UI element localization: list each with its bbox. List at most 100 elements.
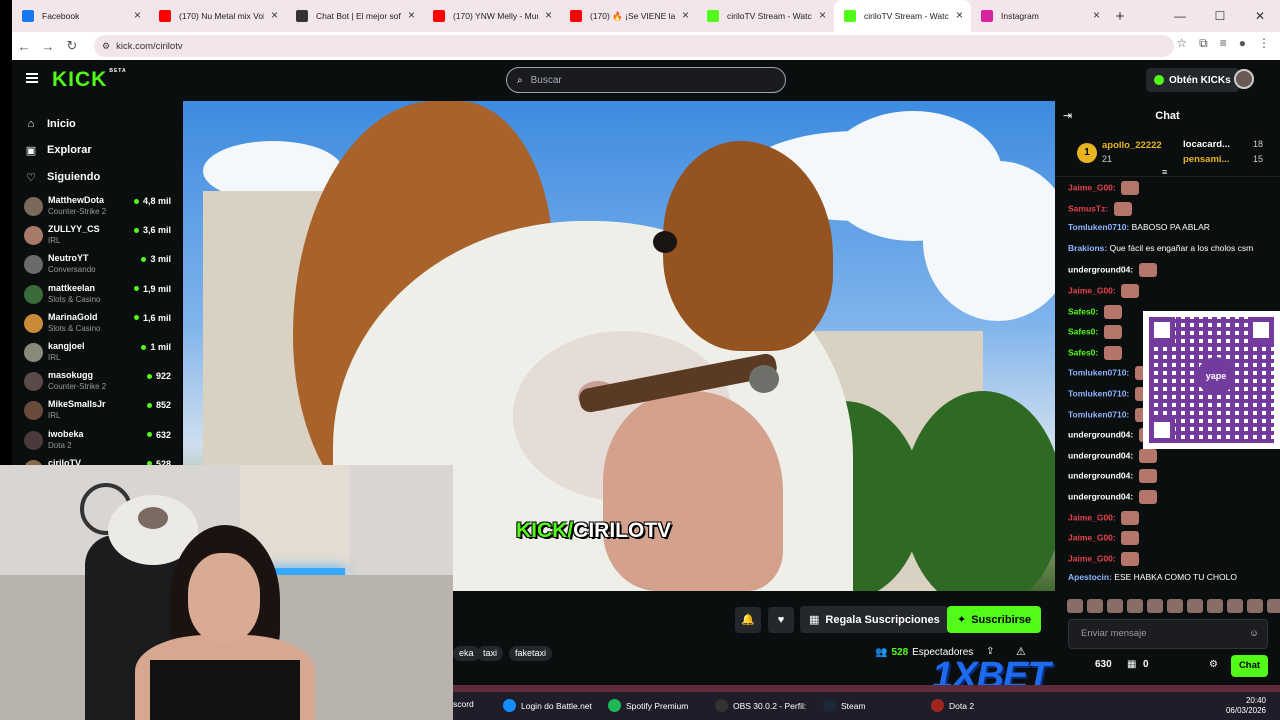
subscribe-button[interactable]: ✦ Suscribirse — [947, 606, 1042, 633]
forward-icon[interactable]: → — [36, 39, 60, 54]
chat-username[interactable]: SamusTz: — [1068, 203, 1108, 213]
followed-channel-item[interactable]: MikeSmallsJr IRL 852 — [12, 397, 182, 426]
taskbar-app[interactable]: Login do Battle.net — [503, 699, 592, 712]
chat-username[interactable]: Safes0: — [1068, 306, 1098, 316]
taskbar-app[interactable]: Steam — [823, 699, 866, 712]
followed-channel-item[interactable]: iwobeka Dota 2 632 — [12, 427, 182, 456]
follow-heart-button[interactable]: ♥ — [768, 607, 794, 633]
user-avatar[interactable] — [1234, 69, 1254, 89]
profile-icon[interactable]: ● — [1239, 36, 1246, 51]
followed-channel-item[interactable]: NeutroYT Conversando 3 mil — [12, 251, 182, 280]
emote-icon[interactable] — [1207, 599, 1223, 613]
taskbar-app[interactable]: OBS 30.0.2 - Perfil: — [715, 699, 806, 712]
chat-username[interactable]: Safes0: — [1068, 347, 1098, 357]
nav-explorar[interactable]: ▣ Explorar — [24, 141, 92, 159]
chat-username[interactable]: underground04: — [1068, 429, 1133, 439]
close-tab-icon[interactable]: × — [545, 8, 552, 22]
emote-icon[interactable] — [1167, 599, 1183, 613]
followed-channel-item[interactable]: MatthewDota Counter-Strike 2 4,8 mil — [12, 193, 182, 222]
leader-name[interactable]: apollo_22222 — [1102, 140, 1162, 151]
maximize-icon[interactable]: ☐ — [1200, 0, 1240, 32]
browser-tab[interactable]: Chat Bot | El mejor softw × — [286, 0, 423, 32]
chat-username[interactable]: Tomluken0710: — [1068, 222, 1129, 232]
tag-chip[interactable]: faketaxi — [509, 646, 553, 661]
emote-icon[interactable] — [1187, 599, 1203, 613]
url-field[interactable]: ⚙ kick.com/cirilotv — [94, 35, 1174, 57]
emote-icon[interactable] — [1087, 599, 1103, 613]
chat-username[interactable]: Jaime_G00: — [1068, 182, 1116, 192]
chat-username[interactable]: Apestocin: — [1068, 572, 1112, 582]
close-window-icon[interactable]: ✕ — [1240, 0, 1280, 32]
emote-icon[interactable] — [1127, 599, 1143, 613]
notification-bell-button[interactable]: 🔔 — [735, 607, 761, 633]
chat-username[interactable]: Safes0: — [1068, 326, 1098, 336]
followed-channel-item[interactable]: kangjoel IRL 1 mil — [12, 339, 182, 368]
emote-icon[interactable] — [1147, 599, 1163, 613]
chat-username[interactable]: underground04: — [1068, 491, 1133, 501]
followed-channel-item[interactable]: MarinaGold Slots & Casino 1,6 mil — [12, 310, 182, 339]
chat-username[interactable]: Jaime_G00: — [1068, 553, 1116, 563]
emote-icon[interactable] — [1247, 599, 1263, 613]
chat-username[interactable]: Tomluken0710: — [1068, 388, 1129, 398]
send-chat-button[interactable]: Chat — [1231, 655, 1268, 677]
reading-list-icon[interactable]: ≡ — [1220, 36, 1227, 51]
menu-hamburger-icon[interactable] — [26, 73, 38, 83]
browser-tab[interactable]: Facebook × — [12, 0, 149, 32]
chat-username[interactable]: Jaime_G00: — [1068, 285, 1116, 295]
followed-channel-item[interactable]: masokugg Counter-Strike 2 922 — [12, 368, 182, 397]
emote-icon[interactable] — [1107, 599, 1123, 613]
minimize-icon[interactable]: — — [1160, 0, 1200, 32]
leader-name[interactable]: locacard... — [1183, 139, 1230, 150]
chat-username[interactable]: Tomluken0710: — [1068, 368, 1129, 378]
leader-name[interactable]: pensami... — [1183, 154, 1229, 165]
chat-settings-gear-icon[interactable]: ⚙ — [1209, 659, 1218, 670]
back-icon[interactable]: ← — [12, 39, 36, 54]
chat-username[interactable]: underground04: — [1068, 265, 1133, 275]
reload-icon[interactable]: ↻ — [60, 38, 84, 54]
search-input[interactable]: ⌕ Buscar — [506, 67, 786, 93]
close-tab-icon[interactable]: × — [408, 8, 415, 22]
extensions-icon[interactable]: ⧉ — [1199, 36, 1208, 51]
gift-box-icon[interactable]: ▦ — [1127, 659, 1136, 670]
close-tab-icon[interactable]: × — [134, 8, 141, 22]
chat-username[interactable]: Jaime_G00: — [1068, 532, 1116, 542]
browser-tab[interactable]: (170) YNW Melly - Murd × — [423, 0, 560, 32]
close-tab-icon[interactable]: × — [682, 8, 689, 22]
browser-tab[interactable]: ciriloTV Stream - Watch × — [834, 0, 971, 32]
followed-channel-item[interactable]: mattkeelan Slots & Casino 1,9 mil — [12, 281, 182, 310]
nav-siguiendo[interactable]: ♡ Siguiendo — [24, 168, 100, 186]
chat-username[interactable]: Tomluken0710: — [1068, 409, 1129, 419]
emote-icon[interactable] — [1227, 599, 1243, 613]
bookmark-star-icon[interactable]: ☆ — [1176, 36, 1187, 51]
chat-message-input[interactable]: Enviar mensaje ☺ — [1068, 619, 1268, 649]
followed-channel-item[interactable]: ZULLYY_CS IRL 3,6 mil — [12, 222, 182, 251]
taskbar-app[interactable]: Dota 2 — [931, 699, 974, 712]
new-tab-icon[interactable]: + — [1108, 8, 1132, 25]
chat-username[interactable]: Jaime_G00: — [1068, 512, 1116, 522]
browser-tab[interactable]: Instagram × — [971, 0, 1108, 32]
close-tab-icon[interactable]: × — [956, 8, 963, 22]
chat-username[interactable]: underground04: — [1068, 471, 1133, 481]
kick-logo[interactable]: KICK BETA — [52, 68, 127, 92]
expand-leaderboard-icon[interactable]: ≡ — [1162, 167, 1167, 177]
get-kicks-button[interactable]: Obtén KICKs — [1146, 68, 1239, 92]
browser-tab[interactable]: (170) Nu Metal mix Vol 2 × — [149, 0, 286, 32]
chat-username[interactable]: underground04: — [1068, 450, 1133, 460]
close-tab-icon[interactable]: × — [1093, 8, 1100, 22]
emote-icon[interactable] — [1067, 599, 1083, 613]
tag-chip[interactable]: eka — [453, 646, 480, 661]
taskbar-app[interactable]: Spotify Premium — [608, 699, 688, 712]
site-info-icon[interactable]: ⚙ — [102, 41, 110, 52]
tag-chip[interactable]: taxi — [477, 646, 504, 661]
chat-username[interactable]: Brakions: — [1068, 243, 1107, 253]
taskbar-app[interactable]: scord — [453, 699, 474, 709]
gift-subs-button[interactable]: ▦ Regala Suscripciones — [800, 606, 949, 633]
nav-inicio[interactable]: ⌂ Inicio — [24, 115, 76, 133]
emote-icon[interactable] — [1267, 599, 1280, 613]
emoji-picker-icon[interactable]: ☺ — [1249, 620, 1259, 648]
close-tab-icon[interactable]: × — [271, 8, 278, 22]
browser-tab[interactable]: ciriloTV Stream - Watch × — [697, 0, 834, 32]
close-tab-icon[interactable]: × — [819, 8, 826, 22]
browser-tab[interactable]: (170) 🔥 ¡Se VIENE la NO × — [560, 0, 697, 32]
menu-dots-icon[interactable]: ⋮ — [1258, 36, 1270, 51]
